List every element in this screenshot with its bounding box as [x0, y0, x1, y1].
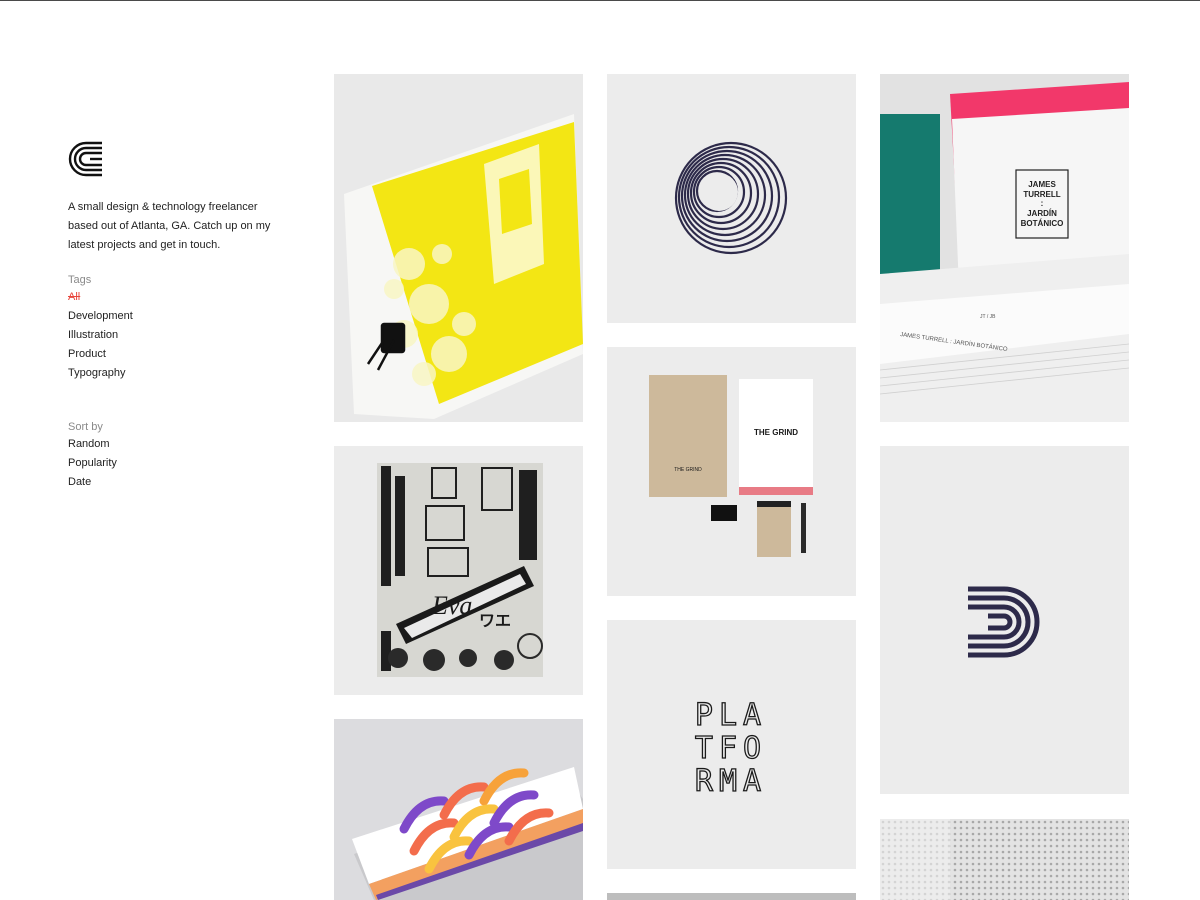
tag-all[interactable]: All: [68, 288, 278, 307]
stacked-c-logo-icon[interactable]: [68, 140, 278, 178]
color-book-image: [334, 719, 583, 900]
eva-headline: Eva: [431, 591, 472, 620]
tag-typography[interactable]: Typography: [68, 364, 278, 383]
platforma-row-3: RMA: [695, 764, 767, 799]
intro-text: A small design & technology freelancer b…: [68, 201, 271, 251]
project-tile-partial-col2[interactable]: [607, 893, 856, 900]
platforma-row-1: PLA: [695, 698, 767, 733]
sidebar: A small design & technology freelancer b…: [68, 140, 278, 492]
tag-development[interactable]: Development: [68, 307, 278, 326]
sort-random[interactable]: Random: [68, 435, 278, 454]
turrell-code: JT / JB: [980, 314, 996, 320]
platforma-wordmark-image: PLA TFO RMA: [607, 620, 856, 869]
turrell-title-line1: JAMES: [1028, 180, 1056, 189]
sort-options: Sort by Random Popularity Date: [68, 421, 278, 492]
grind-brand-small: THE GRIND: [674, 467, 702, 473]
platforma-row-2: TFO: [695, 731, 767, 766]
texture-print-image: [880, 819, 1129, 900]
partial-image: [607, 893, 856, 900]
turrell-title-line4: BOTÁNICO: [1021, 219, 1064, 228]
grind-brand-large: THE GRIND: [754, 428, 798, 437]
striped-d-logo-icon: [880, 446, 1129, 794]
project-tile-the-grind[interactable]: THE GRIND THE GRIND: [607, 347, 856, 596]
project-tile-d-logo[interactable]: [880, 446, 1129, 794]
project-tile-rings-logo[interactable]: [607, 74, 856, 323]
sort-date[interactable]: Date: [68, 473, 278, 492]
tags-label: Tags: [68, 274, 92, 286]
tags-filter: Tags All Development Illustration Produc…: [68, 274, 278, 383]
top-border: [0, 0, 1200, 1]
yellow-print-image: [334, 74, 583, 422]
turrell-book-image: JAMES TURRELL : JARDÍN BOTÁNICO JT / JB …: [880, 74, 1129, 422]
tag-product[interactable]: Product: [68, 345, 278, 364]
project-tile-color-book[interactable]: [334, 719, 583, 900]
project-tile-turrell-book[interactable]: JAMES TURRELL : JARDÍN BOTÁNICO JT / JB …: [880, 74, 1129, 422]
turrell-title-sep: :: [1041, 199, 1044, 208]
project-tile-eva-poster[interactable]: Eva ワエ: [334, 446, 583, 695]
sort-label: Sort by: [68, 421, 103, 433]
turrell-title-line2: TURRELL: [1023, 190, 1060, 199]
sort-popularity[interactable]: Popularity: [68, 454, 278, 473]
eva-katakana: ワエ: [479, 611, 511, 630]
project-tile-yellow-print[interactable]: [334, 74, 583, 422]
concentric-rings-logo-icon: [607, 74, 856, 323]
eva-poster-image: Eva ワエ: [334, 446, 583, 695]
turrell-title-line3: JARDÍN: [1027, 209, 1057, 218]
the-grind-stationery-image: THE GRIND THE GRIND: [607, 347, 856, 596]
tag-illustration[interactable]: Illustration: [68, 326, 278, 345]
project-tile-platforma[interactable]: PLA TFO RMA: [607, 620, 856, 869]
project-tile-texture[interactable]: [880, 819, 1129, 900]
